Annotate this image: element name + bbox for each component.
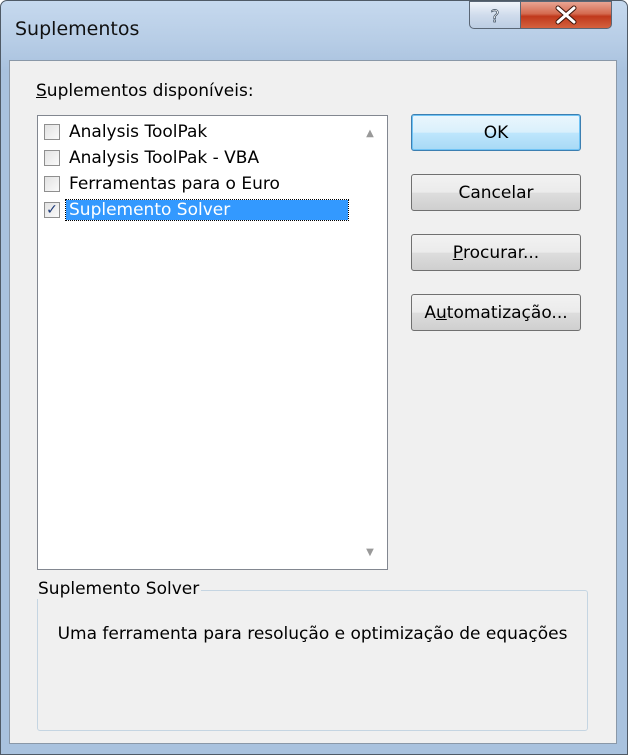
close-icon — [555, 5, 577, 25]
list-item[interactable]: Ferramentas para o Euro — [44, 172, 283, 195]
cancel-button[interactable]: Cancelar — [411, 174, 581, 211]
list-item-label: Analysis ToolPak - VBA — [69, 147, 260, 168]
ok-button[interactable]: OK — [411, 114, 581, 151]
dialog-window: Suplementos ? Suplementos disponíveis: A… — [0, 0, 628, 755]
available-addins-label: Suplementos disponíveis: — [36, 81, 254, 101]
list-item-label: Ferramentas para o Euro — [69, 173, 280, 194]
details-group — [37, 590, 588, 731]
scroll-up-arrow-icon[interactable]: ▲ — [353, 116, 387, 150]
checkbox-ferramentas-euro[interactable] — [44, 175, 60, 192]
list-item[interactable]: ✓ Suplemento Solver — [44, 198, 349, 221]
scroll-down-arrow-icon[interactable]: ▼ — [353, 535, 387, 569]
addins-list[interactable]: Analysis ToolPak Analysis ToolPak - VBA … — [37, 115, 388, 570]
window-title: Suplementos — [15, 18, 140, 40]
list-item[interactable]: Analysis ToolPak - VBA — [44, 146, 262, 169]
list-item-label: Suplemento Solver — [65, 198, 349, 221]
list-scrollbar[interactable]: ▲ ▼ — [353, 116, 387, 569]
details-description: Uma ferramenta para resolução e optimiza… — [57, 624, 568, 644]
svg-text:?: ? — [490, 7, 499, 27]
help-button[interactable]: ? — [469, 1, 521, 29]
checkbox-suplemento-solver[interactable]: ✓ — [44, 201, 60, 218]
close-button[interactable] — [520, 1, 612, 29]
details-group-title: Suplemento Solver — [36, 579, 202, 599]
checkmark-icon: ✓ — [46, 201, 58, 218]
checkbox-analysis-toolpak[interactable] — [44, 123, 60, 140]
list-item-label: Analysis ToolPak — [69, 121, 208, 142]
automation-button[interactable]: Au tomatização... — [411, 294, 581, 331]
help-icon: ? — [490, 7, 500, 28]
dialog-body: Suplementos disponíveis: Analysis ToolPa… — [9, 60, 617, 744]
checkbox-analysis-toolpak-vba[interactable] — [44, 149, 60, 166]
browse-button[interactable]: Procurar... — [411, 234, 581, 271]
list-item[interactable]: Analysis ToolPak — [44, 120, 210, 143]
